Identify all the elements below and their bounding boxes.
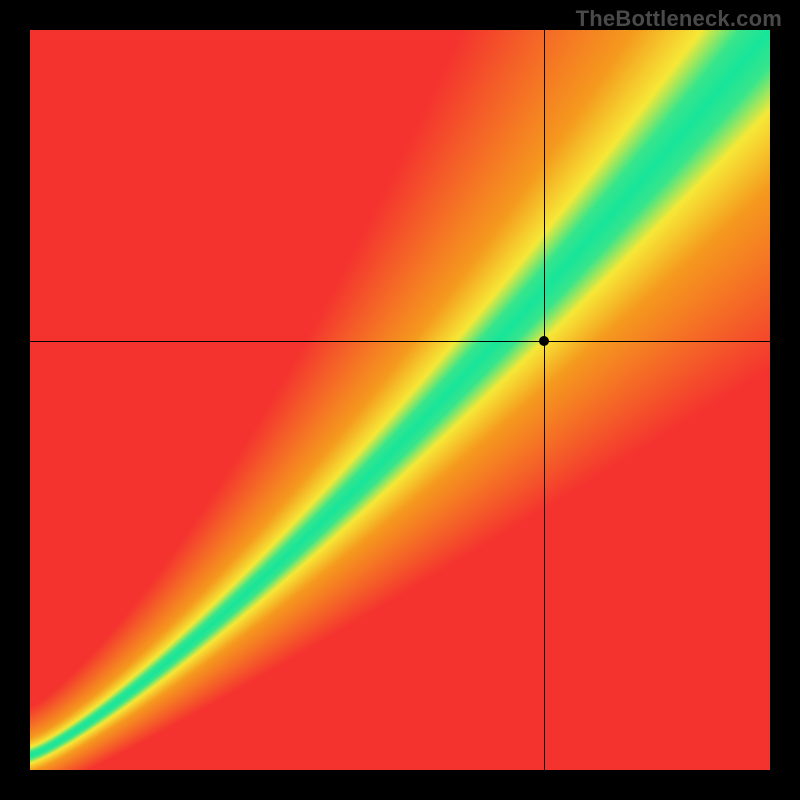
heatmap-plot: [30, 30, 770, 770]
watermark-label: TheBottleneck.com: [576, 6, 782, 32]
heatmap-canvas: [30, 30, 770, 770]
chart-stage: TheBottleneck.com: [0, 0, 800, 800]
